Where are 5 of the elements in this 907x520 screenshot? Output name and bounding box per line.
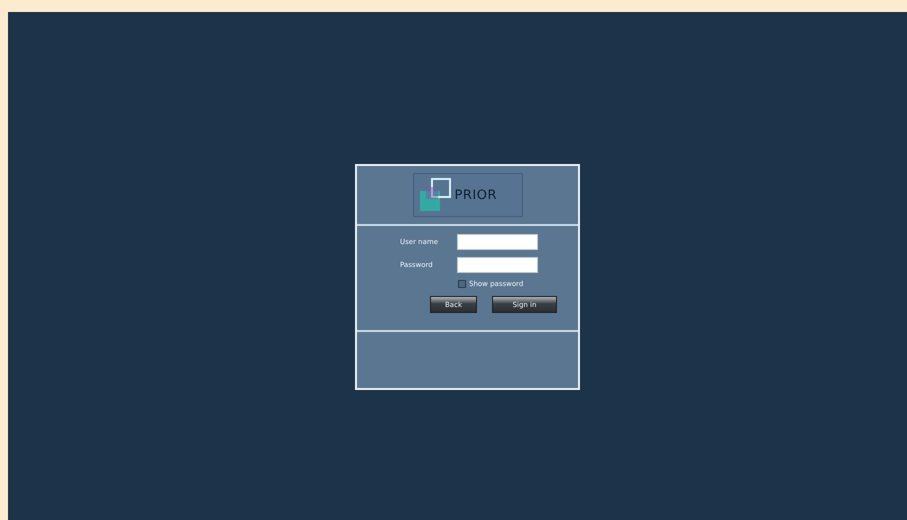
username-field[interactable]: [457, 234, 538, 250]
password-field[interactable]: [457, 257, 538, 273]
logo-icon: [418, 177, 452, 213]
show-password-checkbox[interactable]: [458, 280, 466, 288]
logo-text: PRIOR: [454, 188, 497, 202]
